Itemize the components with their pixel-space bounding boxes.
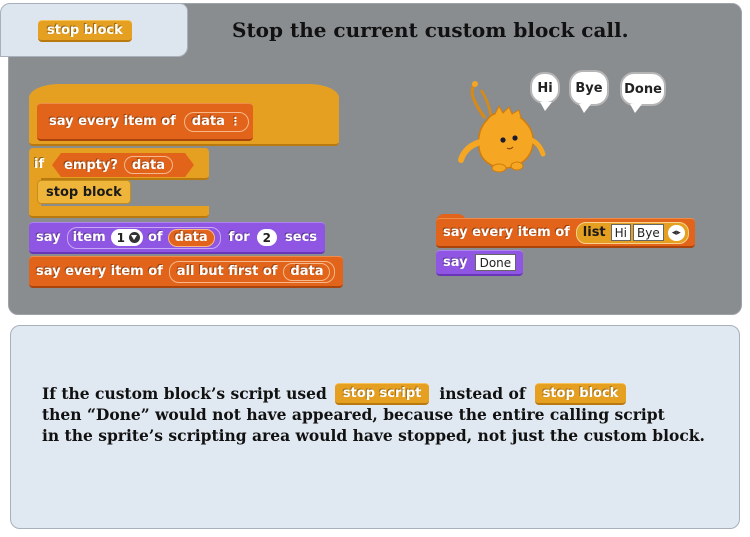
empty-predicate-content: empty? data (64, 154, 173, 176)
page-title: Stop the current custom block call. (232, 18, 629, 42)
param-data[interactable]: data ⋮ (183, 111, 249, 132)
stop-script-block[interactable]: stop script (334, 382, 430, 405)
list-reporter[interactable]: list Hi Bye ◂▸ (575, 221, 689, 244)
explanation-line-3: in the sprite’s scripting area would hav… (42, 426, 705, 445)
speech-bubble-bye: Bye (569, 70, 609, 113)
list-item-hi[interactable]: Hi (610, 224, 632, 241)
list-item-bye[interactable]: Bye (633, 224, 664, 241)
dropdown-arrow-icon (129, 232, 140, 243)
say-for-secs-block[interactable]: say item 1 of data for 2 secs (29, 222, 326, 254)
explanation-line-1: If the custom block’s script used stop s… (42, 382, 732, 405)
secs-input[interactable]: 2 (256, 229, 278, 246)
item-index-input[interactable]: 1 (110, 229, 143, 246)
sprite-icon[interactable] (455, 80, 547, 176)
if-block-foot (29, 206, 209, 218)
all-but-first-reporter[interactable]: all but first of data (168, 260, 336, 283)
say-done-block[interactable]: say Done (436, 250, 524, 276)
call-say-every-item-block[interactable]: say every item of list Hi Bye ◂▸ (436, 218, 695, 248)
item-of-reporter[interactable]: item 1 of data (66, 226, 221, 249)
say-done-input[interactable]: Done (474, 254, 517, 271)
all-but-first-arg-data[interactable]: data (283, 262, 331, 281)
list-arrows-icon[interactable]: ◂▸ (667, 224, 685, 241)
if-label: if (34, 156, 45, 172)
header-stop-block[interactable]: stop block (38, 20, 132, 42)
recursive-call-block[interactable]: say every item of all but first of data (29, 256, 344, 288)
stop-block-command[interactable]: stop block (37, 180, 131, 204)
stop-block-inline[interactable]: stop block (534, 382, 627, 405)
speech-bubble-done: Done (620, 72, 666, 113)
hat-prototype-block[interactable]: say every item of data ⋮ (37, 103, 253, 141)
explanation-line-2: then “Done” would not have appeared, bec… (42, 405, 665, 424)
empty-arg-data[interactable]: data (123, 156, 173, 174)
item-list-arg-data[interactable]: data (167, 228, 215, 247)
explanation-text: If the custom block’s script used stop s… (42, 382, 732, 446)
